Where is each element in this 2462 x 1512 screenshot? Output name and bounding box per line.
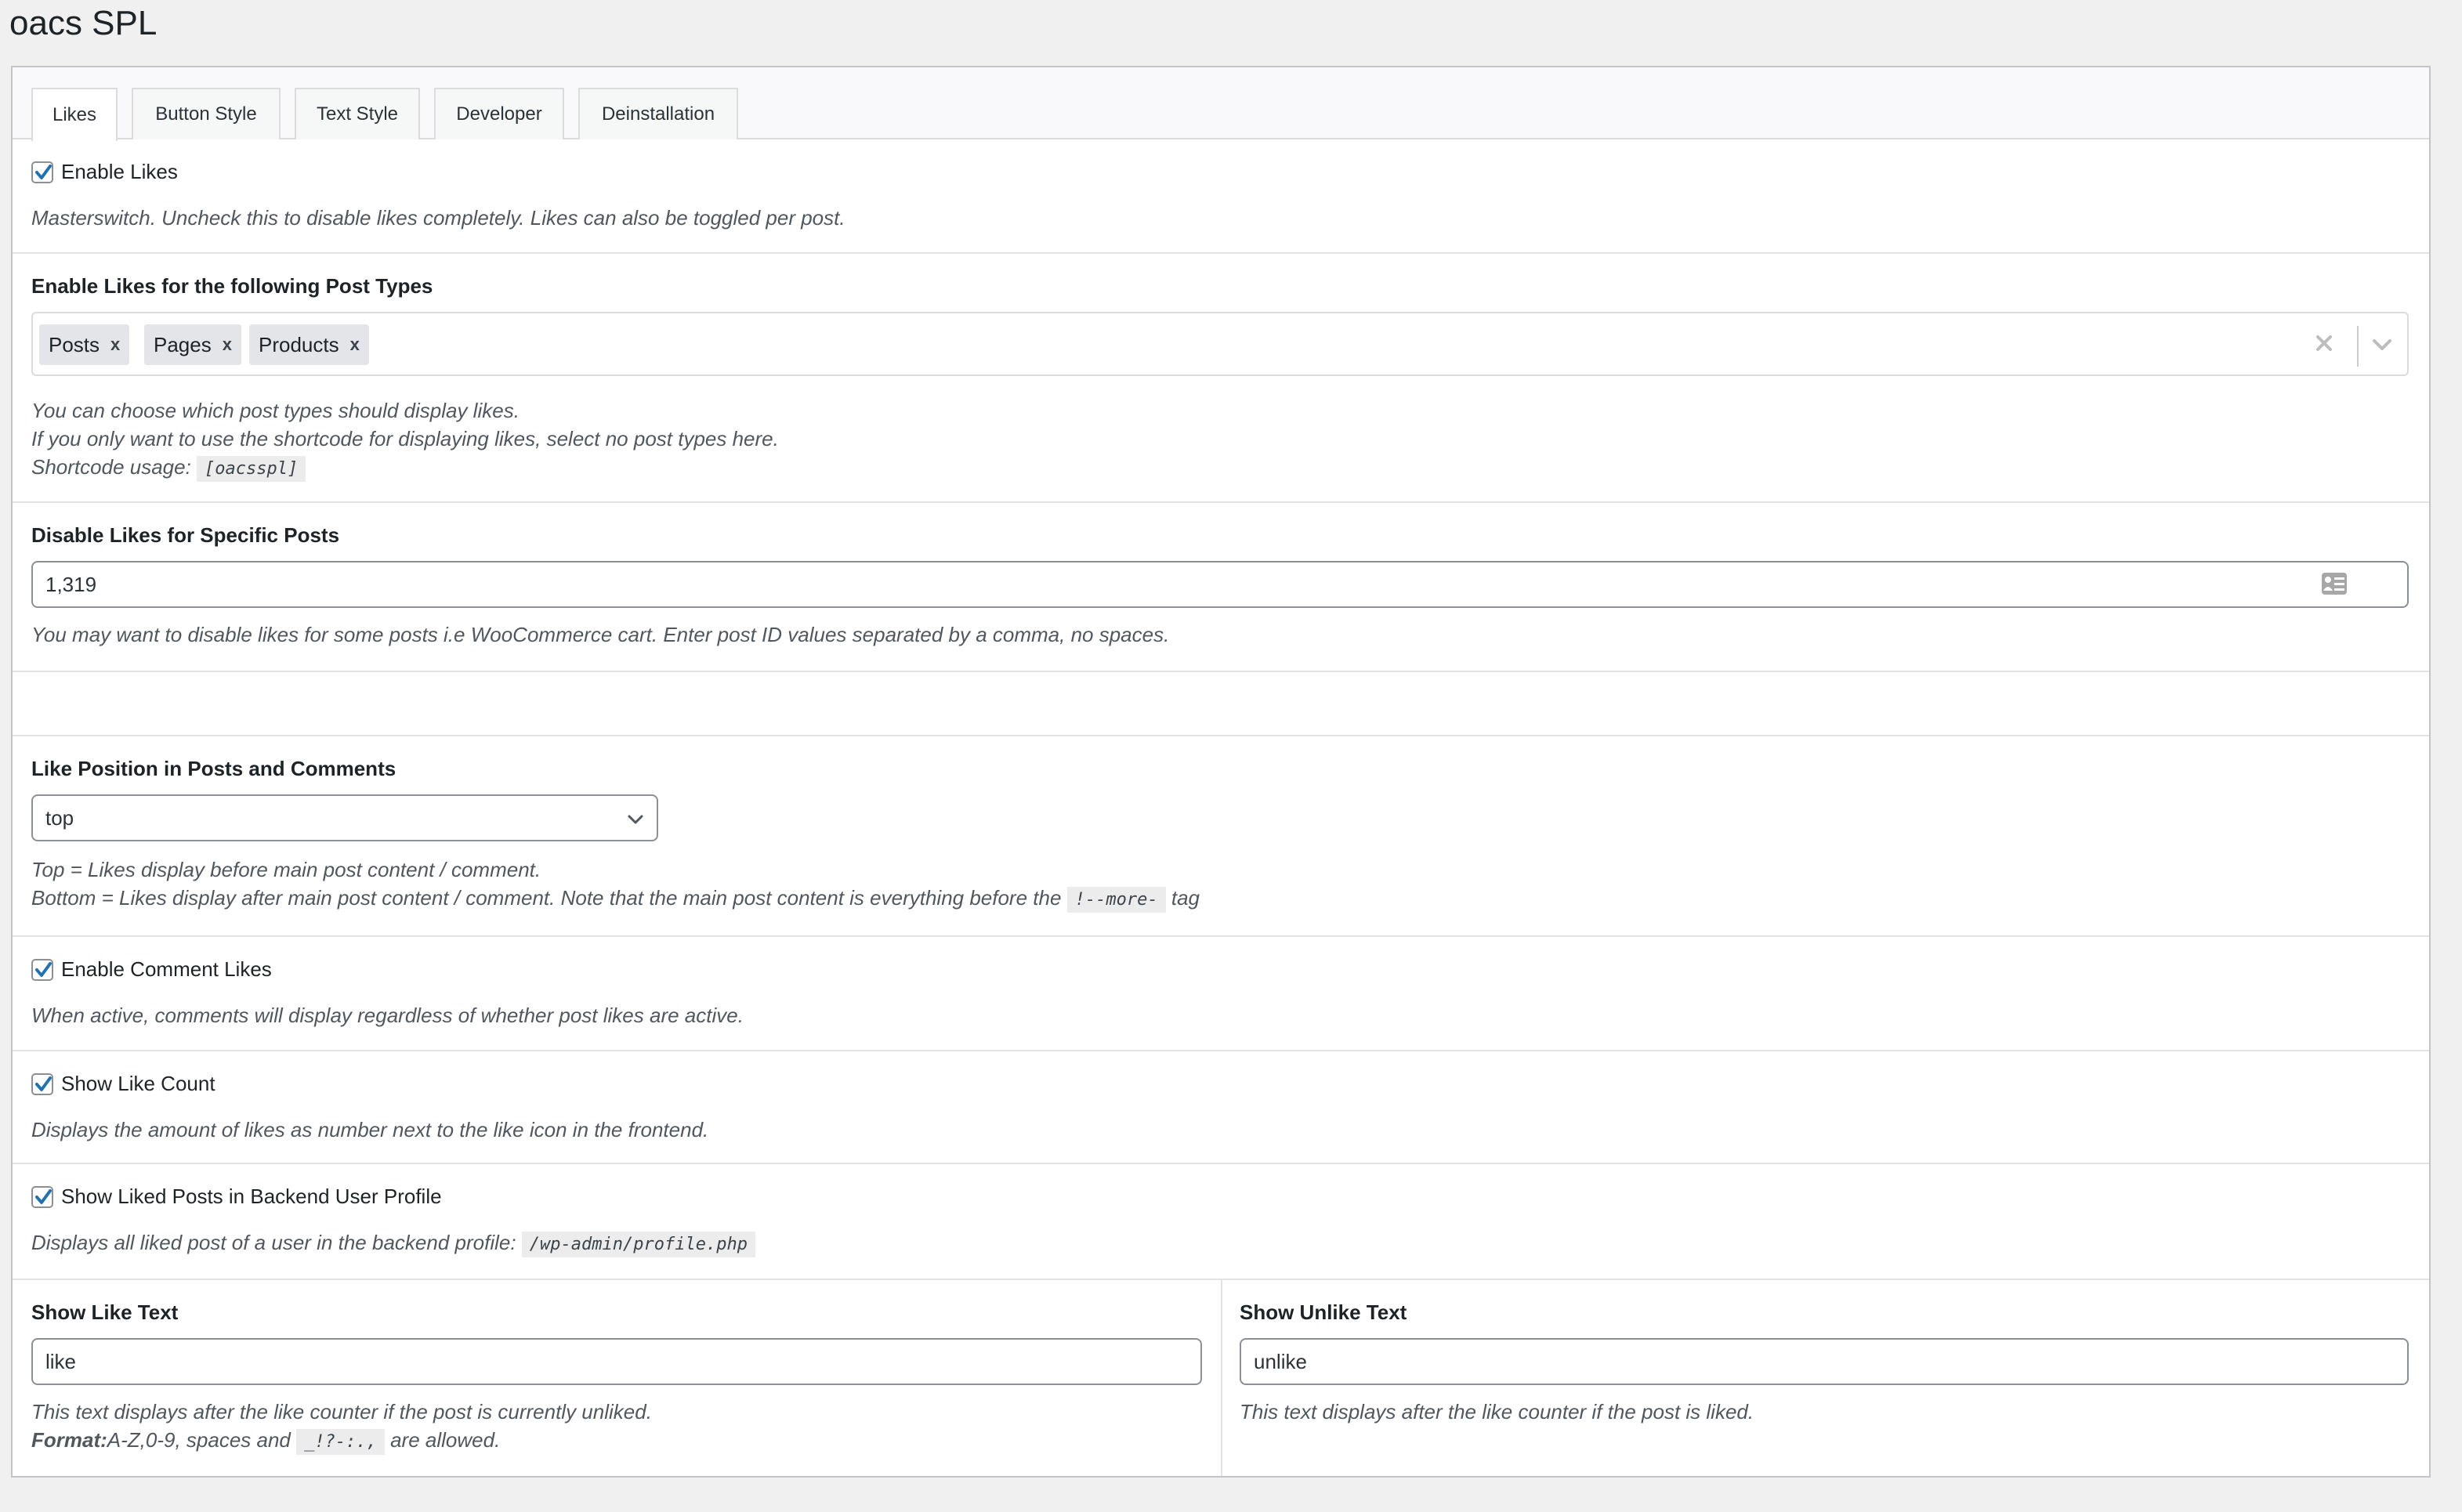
column-divider — [1221, 1280, 1222, 1476]
unlike-text-description: This text displays after the like counte… — [1240, 1400, 1754, 1423]
remove-icon[interactable]: x — [110, 335, 120, 355]
like-position-description-bottom: Bottom = Likes display after main post c… — [31, 884, 1200, 914]
like-position-label: Like Position in Posts and Comments — [31, 757, 396, 780]
checkmark-icon — [35, 961, 52, 977]
enable-likes-checkbox[interactable] — [31, 161, 53, 183]
enable-likes-description: Masterswitch. Uncheck this to disable li… — [31, 206, 845, 230]
section-enable-likes: Enable Likes Masterswitch. Uncheck this … — [13, 139, 2429, 254]
disable-specific-input[interactable] — [31, 561, 2409, 608]
post-types-multiselect[interactable]: Posts x Pages x Products x — [31, 312, 2409, 376]
shortcode-code: [oacsspl] — [197, 456, 306, 482]
like-text-description: This text displays after the like counte… — [31, 1400, 652, 1423]
format-label: Format: — [31, 1428, 107, 1452]
chip-label: Pages — [154, 332, 212, 356]
like-count-checkbox[interactable] — [31, 1073, 53, 1095]
post-types-description-1: You can choose which post types should d… — [31, 399, 520, 422]
liked-posts-profile-description: Displays all liked post of a user in the… — [31, 1228, 755, 1259]
comment-likes-checkbox[interactable] — [31, 958, 53, 981]
tab-developer[interactable]: Developer — [434, 88, 564, 139]
remove-icon[interactable]: x — [223, 335, 232, 355]
enable-likes-row[interactable]: Enable Likes — [31, 160, 178, 184]
profile-path-code: /wp-admin/profile.php — [521, 1232, 755, 1257]
page-title: oacs SPL — [9, 4, 157, 42]
tab-deinstallation[interactable]: Deinstallation — [578, 88, 738, 139]
like-position-value: top — [45, 805, 74, 830]
section-liked-posts-profile: Show Liked Posts in Backend User Profile… — [13, 1164, 2429, 1280]
chip-label: Products — [259, 332, 339, 356]
disable-specific-description: You may want to disable likes for some p… — [31, 623, 1170, 646]
post-types-description-2: If you only want to use the shortcode fo… — [31, 427, 779, 450]
chevron-down-icon — [628, 815, 643, 824]
chip-products: Products x — [249, 324, 369, 365]
checkmark-icon — [35, 164, 52, 179]
chevron-down-icon[interactable] — [2366, 331, 2398, 359]
settings-panel: Likes Button Style Text Style Developer … — [11, 66, 2431, 1478]
comment-likes-label[interactable]: Enable Comment Likes — [61, 957, 272, 982]
like-position-select[interactable]: top — [31, 794, 658, 841]
section-like-count: Show Like Count Displays the amount of l… — [13, 1051, 2429, 1164]
format-suffix: are allowed. — [390, 1428, 501, 1452]
section-disable-specific: Disable Likes for Specific Posts You may… — [13, 503, 2429, 672]
disable-specific-label: Disable Likes for Specific Posts — [31, 523, 340, 547]
like-position-description-top: Top = Likes display before main post con… — [31, 858, 541, 881]
section-like-position: Like Position in Posts and Comments top … — [13, 736, 2429, 937]
like-text-format: Format:A-Z,0-9, spaces and _!?-:., are a… — [31, 1426, 500, 1456]
section-comment-likes: Enable Comment Likes When active, commen… — [13, 937, 2429, 1051]
remove-icon[interactable]: x — [350, 335, 360, 355]
like-count-label[interactable]: Show Like Count — [61, 1072, 215, 1096]
tab-likes[interactable]: Likes — [31, 88, 118, 141]
like-count-description: Displays the amount of likes as number n… — [31, 1118, 709, 1141]
like-text-label: Show Like Text — [31, 1300, 179, 1324]
checkmark-icon — [35, 1188, 52, 1204]
comment-likes-row[interactable]: Enable Comment Likes — [31, 957, 272, 982]
like-text-input[interactable] — [31, 1338, 1202, 1385]
chip-label: Posts — [49, 332, 100, 356]
liked-posts-profile-label[interactable]: Show Liked Posts in Backend User Profile — [61, 1185, 442, 1209]
checkmark-icon — [35, 1076, 52, 1091]
more-tag-code: !--more- — [1066, 887, 1166, 913]
format-text: A-Z,0-9, spaces and — [107, 1428, 291, 1452]
shortcode-label: Shortcode usage: — [31, 455, 191, 479]
description-text: tag — [1171, 886, 1200, 910]
shortcode-usage: Shortcode usage: [oacsspl] — [31, 453, 306, 483]
separator — [2357, 326, 2359, 367]
liked-posts-profile-row[interactable]: Show Liked Posts in Backend User Profile — [31, 1185, 442, 1209]
unlike-text-input[interactable] — [1240, 1338, 2409, 1385]
section-spacer — [13, 672, 2429, 736]
format-code: _!?-:., — [296, 1429, 385, 1455]
tab-bar: Likes Button Style Text Style Developer … — [13, 67, 2429, 141]
post-types-label: Enable Likes for the following Post Type… — [31, 274, 433, 298]
tab-text-style[interactable]: Text Style — [295, 88, 420, 139]
section-like-unlike-text: Show Like Text This text displays after … — [13, 1280, 2429, 1476]
description-text: Bottom = Likes display after main post c… — [31, 886, 1062, 910]
chip-posts: Posts x — [39, 324, 130, 365]
comment-likes-description: When active, comments will display regar… — [31, 1004, 744, 1027]
enable-likes-label[interactable]: Enable Likes — [61, 160, 178, 184]
tab-button-style[interactable]: Button Style — [132, 88, 281, 139]
description-text: Displays all liked post of a user in the… — [31, 1231, 516, 1254]
liked-posts-profile-checkbox[interactable] — [31, 1185, 53, 1208]
section-post-types: Enable Likes for the following Post Type… — [13, 254, 2429, 503]
unlike-text-label: Show Unlike Text — [1240, 1300, 1407, 1324]
contact-card-icon[interactable] — [2321, 572, 2413, 601]
clear-all-icon[interactable] — [2308, 327, 2340, 359]
chip-pages: Pages x — [144, 324, 241, 365]
like-count-row[interactable]: Show Like Count — [31, 1072, 215, 1096]
